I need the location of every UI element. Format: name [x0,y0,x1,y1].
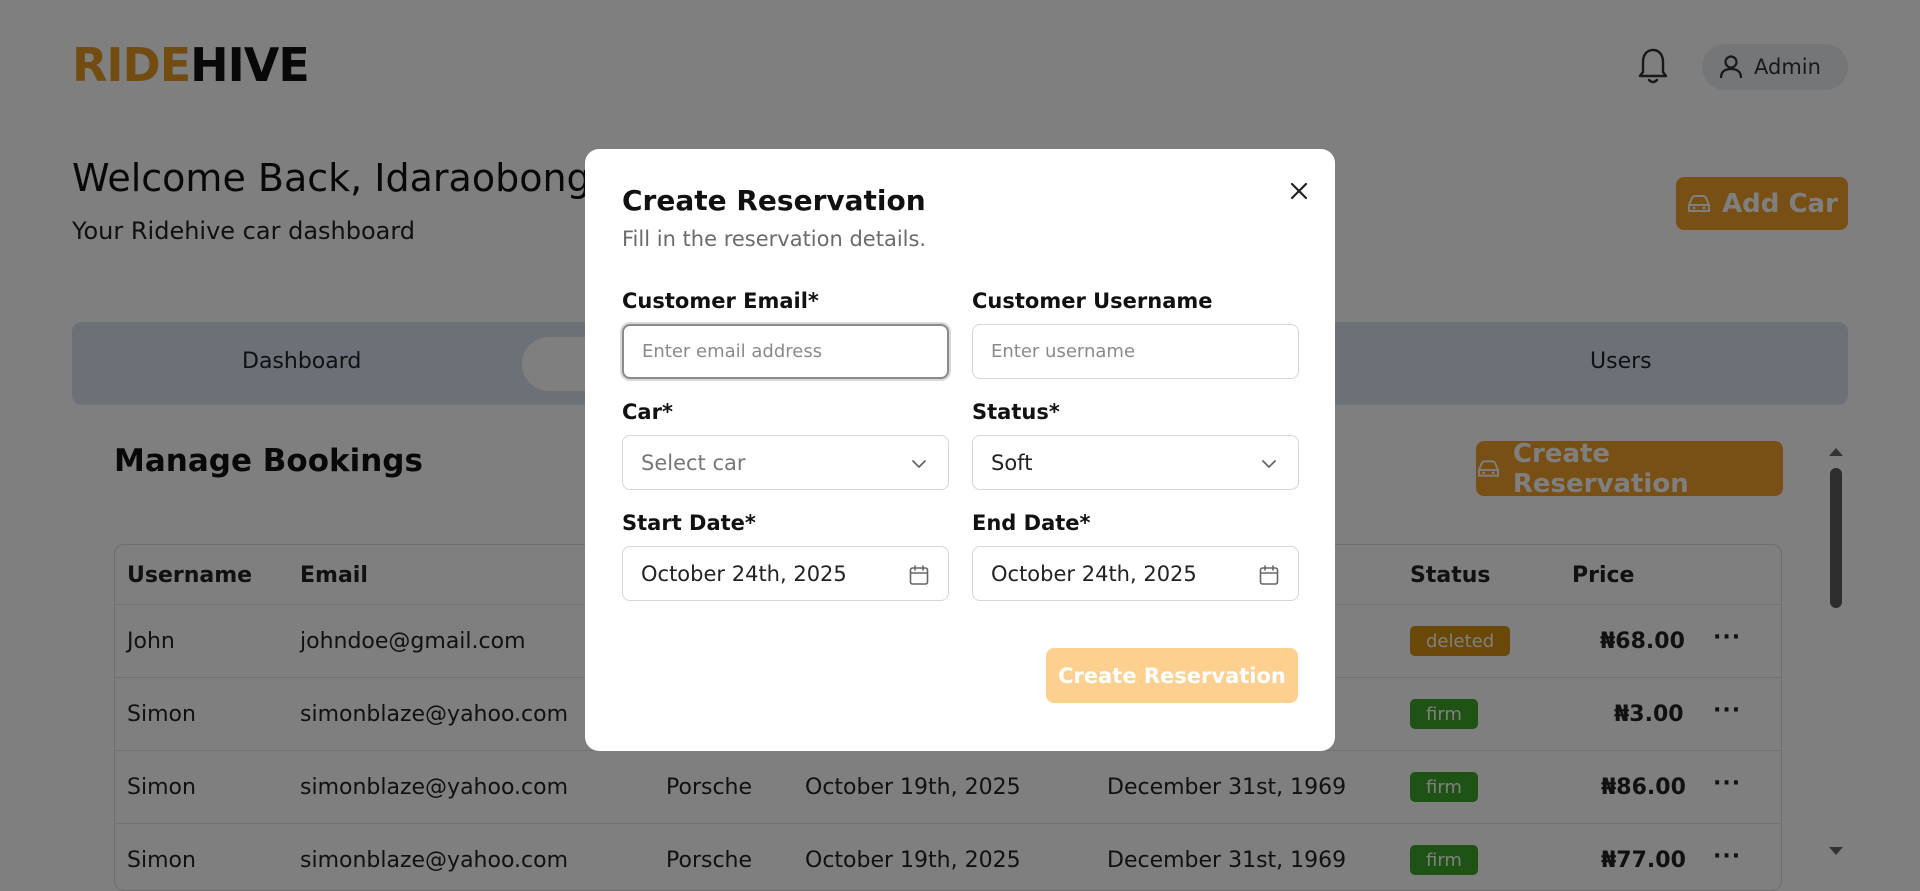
customer-username-label: Customer Username [972,289,1213,313]
end-date-picker[interactable]: October 24th, 2025 [972,546,1299,601]
car-select[interactable]: Select car [622,435,949,490]
car-label: Car* [622,400,673,424]
create-reservation-dialog: Create Reservation Fill in the reservati… [585,149,1335,751]
car-select-placeholder: Select car [641,450,746,475]
customer-email-label: Customer Email* [622,289,819,313]
status-label: Status* [972,400,1060,424]
calendar-icon [1259,565,1279,585]
close-icon[interactable] [1285,177,1313,205]
customer-username-input[interactable] [991,341,1271,362]
customer-email-field[interactable] [622,324,949,379]
chevron-down-icon [912,460,926,468]
status-select[interactable]: Soft [972,435,1299,490]
status-select-value: Soft [991,450,1033,475]
start-date-picker[interactable]: October 24th, 2025 [622,546,949,601]
submit-reservation-button[interactable]: Create Reservation [1046,648,1298,703]
end-date-value: October 24th, 2025 [991,561,1197,586]
start-date-label: Start Date* [622,511,756,535]
dialog-title: Create Reservation [622,184,926,217]
end-date-label: End Date* [972,511,1091,535]
calendar-icon [909,565,929,585]
customer-username-field[interactable] [972,324,1299,379]
start-date-value: October 24th, 2025 [641,561,847,586]
chevron-down-icon [1262,460,1276,468]
dialog-subtitle: Fill in the reservation details. [622,227,927,251]
customer-email-input[interactable] [642,341,922,362]
